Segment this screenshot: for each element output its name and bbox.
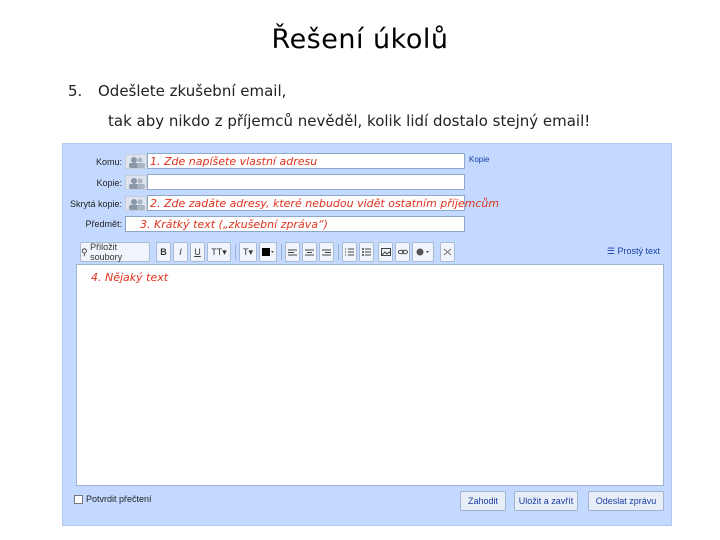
link-icon[interactable] [395, 242, 410, 262]
align-left-icon[interactable] [285, 242, 300, 262]
plain-text-link[interactable]: ☰ Prostý text [607, 246, 660, 257]
bcc-label: Skrytá kopie: [69, 199, 122, 209]
attach-files-label: Přiložit soubory [90, 242, 123, 262]
message-body-editor[interactable]: 4. Nějaký text [76, 264, 664, 486]
font-size-label: TT [211, 247, 223, 257]
bold-icon[interactable]: B [156, 242, 171, 262]
slide-title: Řešení úkolů [271, 24, 449, 55]
contacts-icon[interactable] [125, 175, 147, 190]
text-color-icon[interactable]: T ▾ [239, 242, 257, 262]
read-receipt-checkbox[interactable] [74, 494, 83, 504]
read-receipt-option[interactable]: Potvrdit přečtení [74, 494, 152, 504]
task-number: 5. [68, 82, 83, 100]
toolbar-separator [281, 244, 282, 260]
task-text: Odešlete zkušební email, [98, 82, 287, 100]
bulleted-list-icon[interactable] [359, 242, 374, 262]
paperclip-icon: ⚲ [81, 246, 91, 257]
font-size-icon[interactable]: TT ▾ [207, 242, 231, 262]
italic-icon[interactable]: I [173, 242, 188, 262]
bcc-annotation: 2. Zde zadáte adresy, které nebudou vidě… [150, 197, 500, 210]
cc-field[interactable] [147, 174, 465, 190]
task-line: 5. Odešlete zkušební email, [68, 82, 286, 100]
align-right-icon[interactable] [319, 242, 334, 262]
text-color-label: T [242, 247, 249, 257]
subject-label: Předmět: [85, 219, 122, 229]
discard-button[interactable]: Zahodit [460, 491, 506, 511]
image-icon[interactable] [378, 242, 393, 262]
save-and-close-button[interactable]: Uložit a zavřít [514, 491, 578, 511]
underline-icon[interactable]: U [190, 242, 205, 262]
plain-text-icon: ☰ [606, 246, 618, 256]
subject-annotation: 3. Krátký text („zkušební zpráva“) [140, 218, 328, 231]
body-annotation: 4. Nějaký text [91, 271, 169, 284]
emoticon-icon[interactable] [412, 242, 434, 262]
remove-formatting-icon[interactable] [440, 242, 455, 262]
contacts-icon[interactable] [125, 196, 147, 211]
attach-files-button[interactable]: ⚲ Přiložit soubory [80, 242, 150, 262]
contacts-icon[interactable] [125, 154, 147, 169]
cc-label: Kopie: [96, 178, 122, 188]
to-annotation: 1. Zde napíšete vlastní adresu [150, 155, 318, 168]
send-button[interactable]: Odeslat zprávu [588, 491, 664, 511]
formatting-toolbar: ⚲ Přiložit soubory B I U TT ▾ T ▾ ☰ Prostý… [76, 242, 664, 264]
toolbar-separator [338, 244, 339, 260]
highlight-color-icon[interactable] [259, 242, 277, 262]
toolbar-separator [235, 244, 236, 260]
task-subtext: tak aby nikdo z příjemců nevěděl, kolik … [108, 112, 591, 130]
to-label: Komu: [95, 157, 122, 167]
plain-text-label: Prostý text [617, 246, 660, 256]
read-receipt-label: Potvrdit přečtení [86, 494, 152, 504]
numbered-list-icon[interactable] [342, 242, 357, 262]
add-cc-link[interactable]: Kopie [469, 155, 489, 164]
align-center-icon[interactable] [302, 242, 317, 262]
